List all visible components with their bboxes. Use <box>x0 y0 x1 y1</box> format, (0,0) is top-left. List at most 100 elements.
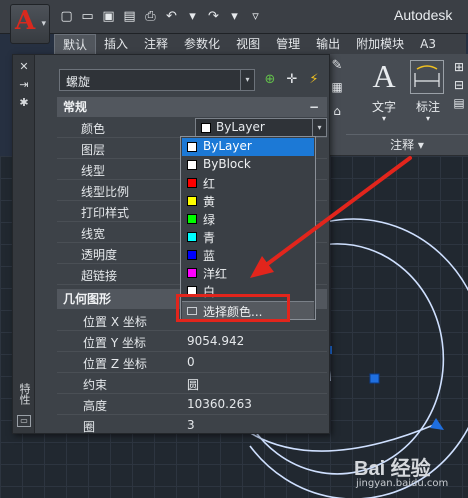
tab-output[interactable]: 输出 <box>308 34 348 54</box>
palette-menu-icon[interactable]: ▭ <box>17 415 31 427</box>
match-tool-icon[interactable]: ⌂ <box>328 104 346 118</box>
color-option-green[interactable]: 绿 <box>182 210 314 228</box>
tab-insert[interactable]: 插入 <box>96 34 136 54</box>
color-option-label: 绿 <box>203 213 216 227</box>
color-swatch <box>187 160 197 170</box>
customize-qat-icon[interactable]: ▿ <box>247 8 264 25</box>
prop-row-color[interactable]: 颜色 ByLayer ▾ <box>57 117 327 138</box>
tab-addins[interactable]: 附加模块 <box>348 34 412 54</box>
tab-manage[interactable]: 管理 <box>268 34 308 54</box>
prop-name: 约束 <box>83 378 108 392</box>
text-tool-label[interactable]: 文字 <box>362 98 406 115</box>
dimension-tool-chevron-icon[interactable]: ▾ <box>420 114 436 123</box>
color-swatch <box>187 178 197 188</box>
tab-annotate[interactable]: 注释 <box>136 34 176 54</box>
prop-row-position-y[interactable]: 位置 Y 坐标 9054.942 <box>57 331 327 352</box>
app-logo: A <box>15 6 36 36</box>
prop-value[interactable]: 圆 <box>187 376 199 393</box>
color-option-bylayer[interactable]: ByLayer <box>182 138 314 156</box>
ribbon-tabs: 默认 插入 注释 参数化 视图 管理 输出 附加模块 A3 <box>54 34 466 54</box>
prop-row-height[interactable]: 高度 10360.263 <box>57 394 327 415</box>
dimension-tool-icon[interactable] <box>410 60 444 94</box>
prop-name: 位置 X 坐标 <box>83 315 147 329</box>
dimension-glyph <box>414 65 440 87</box>
baidu-watermark: Bai 经验 jingyan.baidu.com <box>354 452 464 492</box>
autohide-icon[interactable]: ⇥ <box>18 79 30 91</box>
color-option-label: 青 <box>203 231 216 245</box>
color-combo[interactable]: ByLayer ▾ <box>195 118 327 137</box>
prop-name: 打印样式 <box>81 206 130 220</box>
color-option-label: ByLayer <box>203 139 252 153</box>
prop-row-turns[interactable]: 圈 3 <box>57 415 327 434</box>
dimension-tool-label[interactable]: 标注 <box>406 98 450 115</box>
object-type-value: 螺旋 <box>66 75 91 89</box>
leader-tool-icon[interactable]: ⊞ ⊟ ▤ <box>450 58 468 112</box>
tab-view[interactable]: 视图 <box>228 34 268 54</box>
prop-name: 高度 <box>83 399 108 413</box>
prop-name: 圈 <box>83 420 96 434</box>
annotation-group-label[interactable]: 注释 ▾ <box>346 134 468 154</box>
chevron-down-icon: ▾ <box>312 119 326 136</box>
prop-row-position-z[interactable]: 位置 Z 坐标 0 <box>57 352 327 373</box>
save-icon[interactable]: ▣ <box>100 8 117 25</box>
color-option-yellow[interactable]: 黄 <box>182 192 314 210</box>
color-option-label: 蓝 <box>203 249 216 263</box>
color-swatch <box>201 123 211 133</box>
section-geometry-title: 几何图形 <box>63 292 112 306</box>
pencil-icon[interactable]: ✎ <box>328 58 346 73</box>
color-swatch <box>187 268 197 278</box>
toggle-pickadd-icon[interactable]: ⊕ <box>261 71 279 89</box>
color-swatch <box>187 250 197 260</box>
print-icon[interactable]: ⎙ <box>142 8 159 25</box>
annotation-highlight-box <box>176 294 290 322</box>
collapse-icon[interactable]: − <box>309 97 319 117</box>
redo-dropdown-icon[interactable]: ▾ <box>226 8 243 25</box>
text-tool-chevron-icon[interactable]: ▾ <box>376 114 392 123</box>
prop-row-constrain[interactable]: 约束 圆 <box>57 373 327 394</box>
prop-name: 颜色 <box>81 122 106 136</box>
application-menu-button[interactable]: A ▾ <box>10 4 50 44</box>
prop-name: 线型比例 <box>81 185 130 199</box>
prop-value[interactable]: 3 <box>187 418 195 432</box>
prop-value[interactable]: 0 <box>187 355 195 369</box>
autocad-window: ▢ ▭ ▣ ▤ ⎙ ↶ ▾ ↷ ▾ ▿ Autodesk A ▾ 默认 插入 注… <box>0 0 468 498</box>
prop-name: 线宽 <box>81 227 106 241</box>
prop-value[interactable]: 9054.942 <box>187 334 244 348</box>
prop-value[interactable]: 10360.263 <box>187 397 252 411</box>
prop-name: 线型 <box>81 164 106 178</box>
prop-name: 图层 <box>81 143 106 157</box>
color-option-cyan[interactable]: 青 <box>182 228 314 246</box>
color-option-label: 黄 <box>203 195 216 209</box>
close-icon[interactable]: ✕ <box>18 61 30 73</box>
save-as-icon[interactable]: ▤ <box>121 8 138 25</box>
layer-tool-icon[interactable]: ▦ <box>328 80 346 94</box>
text-tool-icon[interactable]: A <box>366 58 402 94</box>
color-option-byblock[interactable]: ByBlock <box>182 156 314 174</box>
undo-icon[interactable]: ↶ <box>163 8 180 25</box>
color-swatch <box>187 196 197 206</box>
quick-access-toolbar: ▢ ▭ ▣ ▤ ⎙ ↶ ▾ ↷ ▾ ▿ <box>58 8 264 25</box>
open-folder-icon[interactable]: ▭ <box>79 8 96 25</box>
tab-parametric[interactable]: 参数化 <box>176 34 228 54</box>
app-title: Autodesk <box>394 7 453 23</box>
color-option-blue[interactable]: 蓝 <box>182 246 314 264</box>
section-general[interactable]: 常规 − <box>57 97 327 117</box>
new-file-icon[interactable]: ▢ <box>58 8 75 25</box>
select-objects-icon[interactable]: ✛ <box>283 71 301 89</box>
quick-select-icon[interactable]: ⚡ <box>305 71 323 89</box>
tab-a360[interactable]: A3 <box>412 34 444 54</box>
undo-dropdown-icon[interactable]: ▾ <box>184 8 201 25</box>
color-option-label: 洋红 <box>203 267 228 281</box>
object-type-select[interactable]: 螺旋 ▾ <box>59 69 255 91</box>
color-combo-value: ByLayer <box>216 120 265 134</box>
palette-side-strip: ✕ ⇥ ✱ 特性 ▭ <box>13 55 35 433</box>
redo-icon[interactable]: ↷ <box>205 8 222 25</box>
watermark-url: jingyan.baidu.com <box>356 478 449 489</box>
helix-direction-arrow <box>430 418 444 430</box>
palette-settings-icon[interactable]: ✱ <box>18 97 30 109</box>
prop-name: 位置 Y 坐标 <box>83 336 146 350</box>
color-option-red[interactable]: 红 <box>182 174 314 192</box>
tab-default[interactable]: 默认 <box>54 34 97 54</box>
chevron-down-icon: ▾ <box>240 70 254 90</box>
color-option-magenta[interactable]: 洋红 <box>182 264 314 282</box>
